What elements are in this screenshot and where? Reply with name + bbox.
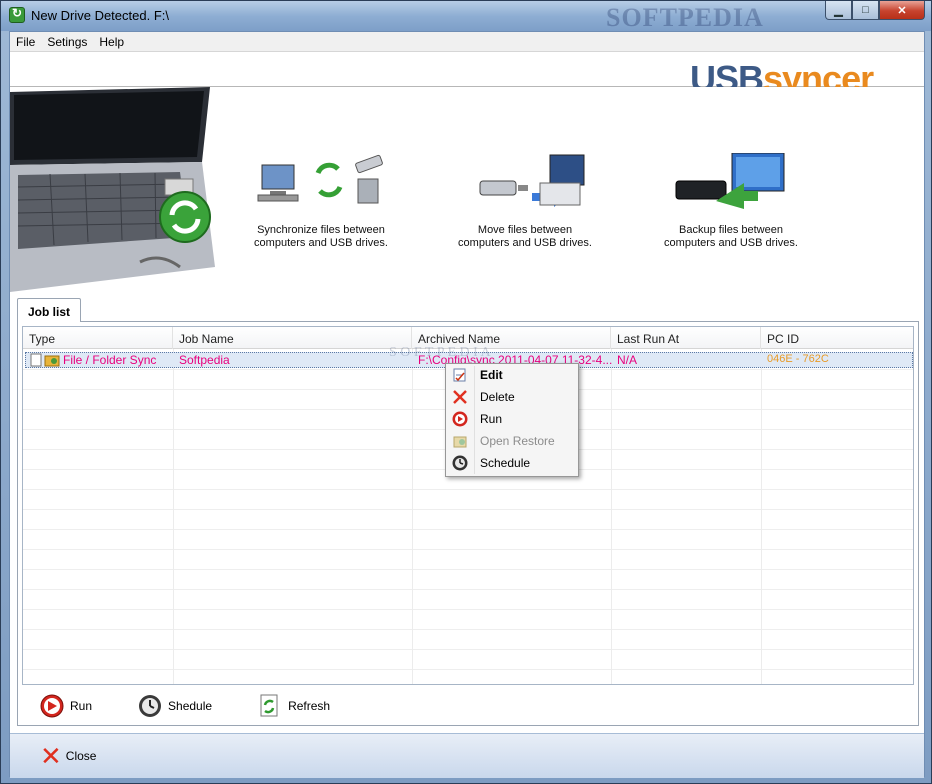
minimize-button[interactable]: ▁	[825, 1, 852, 20]
delete-icon	[453, 390, 467, 404]
laptop-illustration	[10, 87, 215, 292]
title-bar[interactable]: New Drive Detected. F:\ SOFTPEDIA ▁ □ ✕	[1, 1, 931, 32]
footer: ✕ Close	[10, 733, 924, 778]
job-toolbar: Run Shedule Refresh	[22, 688, 914, 724]
feature-sync-caption-1: Synchronize files between	[257, 224, 385, 236]
softpedia-watermark: SOFTPEDIA	[606, 3, 764, 32]
run-icon	[452, 411, 468, 427]
feature-sync-caption-2: computers and USB drives.	[254, 237, 388, 249]
run-button[interactable]: Run	[22, 694, 92, 718]
close-window-button[interactable]: ✕	[879, 1, 925, 20]
softpedia-url-watermark: S O F T P E D I A	[389, 345, 491, 360]
run-icon	[40, 694, 64, 718]
context-item-edit[interactable]: Edit	[446, 364, 578, 386]
close-icon: ✕	[40, 741, 62, 771]
maximize-button[interactable]: □	[852, 1, 879, 20]
edit-icon	[453, 368, 466, 382]
cell-job-name: Softpedia	[179, 353, 230, 367]
menu-settings[interactable]: Setings	[41, 35, 93, 49]
tab-job-list[interactable]: Job list	[17, 298, 81, 322]
backup-illustration-icon	[675, 152, 785, 209]
col-pc-id[interactable]: PC ID	[761, 327, 913, 349]
context-item-schedule[interactable]: Schedule	[446, 452, 578, 474]
feature-move-caption-1: Move files between	[477, 224, 573, 236]
schedule-button[interactable]: Shedule	[120, 694, 212, 718]
clock-icon	[139, 695, 162, 717]
app-icon	[9, 6, 25, 23]
window-title: New Drive Detected. F:\	[31, 8, 169, 23]
context-item-run[interactable]: Run	[446, 408, 578, 430]
col-last-run[interactable]: Last Run At	[611, 327, 761, 349]
col-type[interactable]: Type	[23, 327, 173, 349]
feature-backup-caption-2: computers and USB drives.	[664, 237, 798, 249]
header: USBsyncer	[10, 52, 924, 99]
cell-type: File / Folder Sync	[26, 353, 176, 367]
menu-bar: File Setings Help	[10, 32, 924, 52]
menu-file[interactable]: File	[10, 35, 41, 49]
restore-icon	[453, 436, 467, 448]
menu-help[interactable]: Help	[93, 35, 130, 49]
clock-icon	[452, 455, 468, 471]
refresh-icon	[260, 694, 278, 717]
banner: Synchronize files between computers and …	[10, 87, 924, 295]
app-window: New Drive Detected. F:\ SOFTPEDIA ▁ □ ✕ …	[0, 0, 932, 784]
file-folder-icon	[30, 353, 60, 367]
cell-last-run: N/A	[617, 353, 638, 367]
col-job-name[interactable]: Job Name	[173, 327, 412, 349]
feature-move: Move files between computers and USB dri…	[440, 153, 610, 250]
context-menu: Edit Delete Run Open Restore Schedule	[445, 363, 579, 477]
feature-backup-caption-1: Backup files between	[679, 224, 783, 236]
feature-synchronize: Synchronize files between computers and …	[236, 153, 406, 250]
refresh-button[interactable]: Refresh	[240, 694, 330, 718]
sync-illustration-icon	[257, 154, 383, 204]
close-button[interactable]: ✕ Close	[40, 743, 96, 769]
context-item-open-restore: Open Restore	[446, 430, 578, 452]
context-item-delete[interactable]: Delete	[446, 386, 578, 408]
feature-move-caption-2: computers and USB drives.	[458, 237, 592, 249]
cell-pc-id: 046E - 762C	[767, 353, 829, 365]
move-illustration-icon	[479, 154, 585, 207]
feature-backup: Backup files between computers and USB d…	[646, 152, 816, 250]
